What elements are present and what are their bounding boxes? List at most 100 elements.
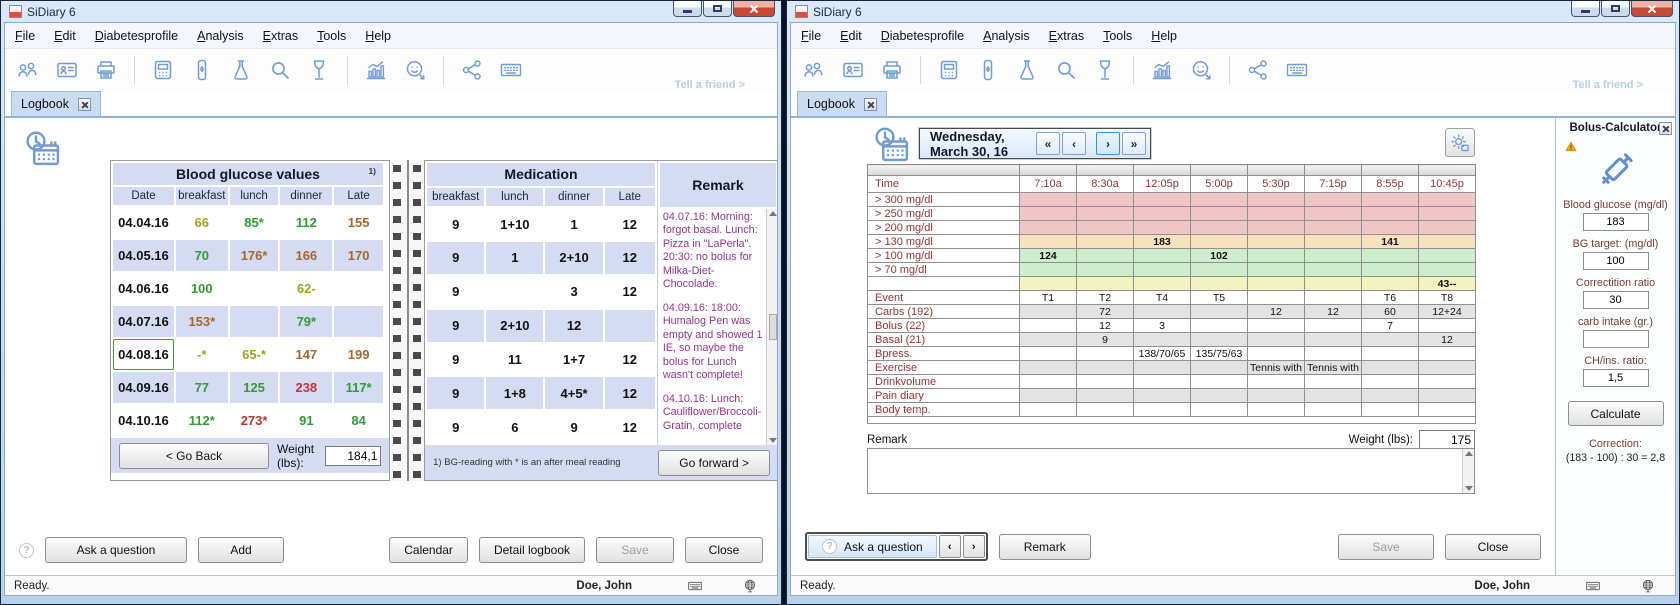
grid-cell[interactable] — [1191, 319, 1248, 333]
add-button[interactable]: Add — [198, 537, 284, 563]
bg-cell[interactable] — [334, 273, 383, 304]
time-header[interactable]: 7:15p — [1305, 176, 1362, 193]
scroll-up-icon[interactable] — [1465, 451, 1473, 456]
titlebar[interactable]: SiDiary 6 — [4, 1, 778, 22]
pump-icon[interactable] — [189, 57, 215, 83]
grid-cell[interactable] — [1305, 249, 1362, 263]
grid-cell[interactable] — [1305, 333, 1362, 347]
grid-column-header[interactable] — [1248, 165, 1305, 176]
grid-column-header[interactable] — [1305, 165, 1362, 176]
globe-icon[interactable] — [1640, 578, 1658, 594]
printer-icon[interactable] — [879, 57, 905, 83]
menu-file[interactable]: File — [801, 29, 821, 43]
grid-cell[interactable] — [1020, 207, 1077, 221]
grid-cell[interactable] — [1134, 305, 1191, 319]
time-header[interactable]: 7:10a — [1020, 176, 1077, 193]
weight-input[interactable] — [1419, 430, 1475, 450]
grid-cell[interactable]: 12 — [1305, 305, 1362, 319]
bg-cell[interactable]: 238 — [280, 372, 332, 403]
med-cell[interactable]: 9 — [427, 344, 484, 376]
correction-ratio-input[interactable] — [1583, 291, 1649, 309]
grid-cell[interactable] — [1248, 347, 1305, 361]
minimize-button[interactable] — [1571, 1, 1600, 17]
menu-diabetesprofile[interactable]: Diabetesprofile — [881, 29, 964, 43]
menu-tools[interactable]: Tools — [1103, 29, 1132, 43]
carb-intake-input[interactable] — [1583, 330, 1649, 348]
bg-cell[interactable]: 77 — [176, 372, 228, 403]
close-button[interactable]: Close — [685, 537, 763, 563]
grid-cell[interactable] — [1305, 221, 1362, 235]
date-cell[interactable]: 04.05.16 — [113, 240, 174, 271]
grid-cell[interactable]: 141 — [1362, 235, 1419, 249]
grid-cell[interactable]: 135/75/63 — [1191, 347, 1248, 361]
grid-cell[interactable] — [1191, 333, 1248, 347]
grid-cell[interactable] — [1362, 221, 1419, 235]
search-icon[interactable] — [267, 57, 293, 83]
menu-diabetesprofile[interactable]: Diabetesprofile — [95, 29, 178, 43]
grid-cell[interactable]: 9 — [1077, 333, 1134, 347]
time-header[interactable]: 8:55p — [1362, 176, 1419, 193]
users-icon[interactable] — [15, 57, 41, 83]
grid-cell[interactable] — [1248, 319, 1305, 333]
tab-close-icon[interactable] — [78, 98, 91, 111]
grid-cell[interactable] — [1077, 403, 1134, 417]
time-header[interactable]: 5:30p — [1248, 176, 1305, 193]
grid-cell[interactable] — [1419, 347, 1476, 361]
grid-cell[interactable] — [1020, 193, 1077, 207]
grid-cell[interactable] — [1305, 193, 1362, 207]
med-cell[interactable]: 12 — [605, 242, 655, 274]
time-header[interactable]: 12:05p — [1134, 176, 1191, 193]
printer-icon[interactable] — [93, 57, 119, 83]
bg-cell[interactable] — [230, 306, 279, 337]
med-cell[interactable]: 12 — [605, 377, 655, 409]
remark-button[interactable]: Remark — [999, 534, 1091, 560]
grid-cell[interactable] — [1248, 221, 1305, 235]
grid-cell[interactable] — [1362, 249, 1419, 263]
grid-cell[interactable] — [1362, 361, 1419, 375]
scroll-thumb[interactable] — [769, 314, 777, 340]
titlebar[interactable]: SiDiary 6 — [790, 1, 1676, 22]
previous-day-button[interactable]: ‹ — [1062, 132, 1086, 155]
grid-cell[interactable] — [1020, 305, 1077, 319]
panel-close-icon[interactable] — [1659, 122, 1672, 135]
med-cell[interactable]: 1 — [486, 242, 543, 274]
patient-card-icon[interactable] — [840, 57, 866, 83]
bg-cell[interactable]: 91 — [280, 405, 332, 436]
grid-cell[interactable] — [1134, 333, 1191, 347]
grid-column-header[interactable] — [1077, 165, 1134, 176]
menu-extras[interactable]: Extras — [263, 29, 298, 43]
statistics-icon[interactable] — [363, 57, 389, 83]
med-cell[interactable]: 12 — [605, 276, 655, 308]
tell-a-friend-link[interactable]: Tell a friend > — [675, 79, 745, 91]
wizard-icon[interactable] — [402, 57, 428, 83]
med-cell[interactable]: 6 — [486, 411, 543, 443]
grid-cell[interactable] — [1419, 361, 1476, 375]
grid-cell[interactable]: T1 — [1020, 291, 1077, 305]
date-cell-selected[interactable]: 04.08.16 — [113, 339, 174, 370]
ask-a-question-button[interactable]: Ask a question — [45, 537, 187, 563]
go-back-button[interactable]: < Go Back — [119, 443, 269, 469]
grid-cell[interactable] — [1020, 263, 1077, 277]
grid-cell[interactable] — [1077, 277, 1134, 291]
grid-cell[interactable]: 12 — [1419, 333, 1476, 347]
grid-cell[interactable] — [1077, 347, 1134, 361]
globe-icon[interactable] — [742, 578, 760, 594]
nutrition-icon[interactable] — [306, 57, 332, 83]
menu-help[interactable]: Help — [1151, 29, 1177, 43]
grid-cell[interactable] — [1077, 263, 1134, 277]
remark-textbox[interactable] — [867, 448, 1475, 494]
med-cell[interactable]: 1+8 — [486, 377, 543, 409]
bg-cell[interactable]: 199 — [334, 339, 383, 370]
grid-cell[interactable] — [1305, 235, 1362, 249]
med-cell[interactable]: 9 — [427, 377, 484, 409]
grid-cell[interactable] — [1020, 375, 1077, 389]
tab-logbook[interactable]: Logbook — [797, 91, 887, 116]
med-cell[interactable]: 1+10 — [486, 208, 543, 240]
grid-cell[interactable] — [1077, 207, 1134, 221]
bg-cell[interactable]: 85* — [230, 207, 279, 238]
grid-cell[interactable] — [1248, 263, 1305, 277]
bg-cell[interactable]: 170 — [334, 240, 383, 271]
search-icon[interactable] — [1053, 57, 1079, 83]
grid-cell[interactable] — [1077, 235, 1134, 249]
grid-cell[interactable] — [1248, 389, 1305, 403]
